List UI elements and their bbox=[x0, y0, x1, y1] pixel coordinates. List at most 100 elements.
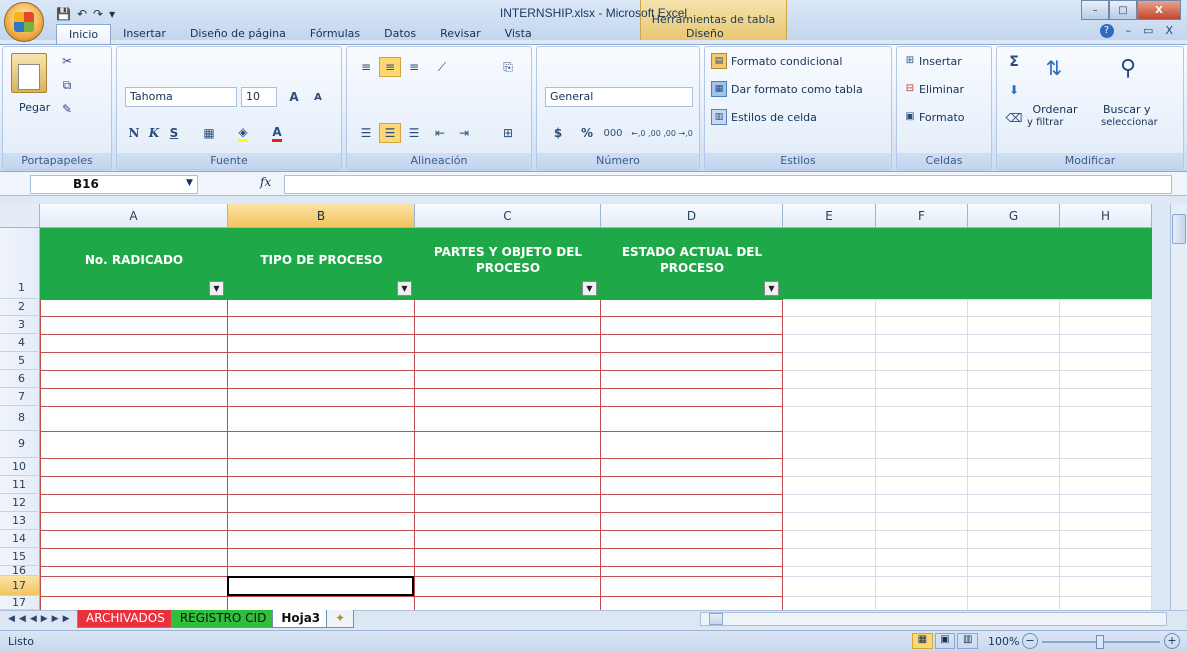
insert-function-button[interactable]: fx bbox=[260, 175, 271, 189]
paste-icon[interactable] bbox=[11, 53, 47, 93]
table-header-estado-actual[interactable]: ESTADO ACTUAL DEL PROCESO bbox=[601, 228, 783, 299]
vertical-scroll-thumb[interactable] bbox=[1172, 214, 1186, 244]
tab-inicio[interactable]: Inicio bbox=[56, 24, 112, 44]
horizontal-scroll-thumb[interactable] bbox=[709, 613, 723, 625]
merge-center-icon[interactable]: ⊞ bbox=[497, 123, 519, 143]
filter-dropdown-icon[interactable]: ▼ bbox=[397, 281, 412, 296]
format-as-table-button[interactable]: Dar formato como tabla bbox=[731, 83, 863, 96]
office-button[interactable] bbox=[4, 2, 44, 42]
row-header-16[interactable]: 17 bbox=[0, 576, 40, 596]
tab-insertar[interactable]: Insertar bbox=[111, 24, 178, 44]
tab-diseno-pagina[interactable]: Diseño de página bbox=[178, 24, 298, 44]
zoom-level[interactable]: 100% bbox=[988, 635, 1019, 648]
thousands-button[interactable]: 000 bbox=[599, 123, 627, 143]
sort-filter-button[interactable]: Ordenar bbox=[1031, 103, 1079, 116]
insert-button[interactable]: Insertar bbox=[919, 55, 962, 68]
bold-button[interactable]: N bbox=[125, 123, 143, 143]
row-header[interactable]: 15 bbox=[0, 548, 40, 566]
row-header[interactable]: 4 bbox=[0, 334, 40, 352]
underline-button[interactable]: S bbox=[165, 123, 183, 143]
sheet-tab-registro-cid[interactable]: REGISTRO CID bbox=[170, 610, 276, 628]
table-header-no-radicado[interactable]: No. RADICADO bbox=[40, 228, 228, 299]
row-header[interactable]: 11 bbox=[0, 476, 40, 494]
row-header[interactable]: 9 bbox=[0, 431, 40, 458]
zoom-in-button[interactable]: + bbox=[1164, 633, 1180, 649]
format-painter-icon[interactable]: ✎ bbox=[59, 101, 75, 117]
delete-button[interactable]: Eliminar bbox=[919, 83, 964, 96]
filter-dropdown-icon[interactable]: ▼ bbox=[209, 281, 224, 296]
align-center-icon[interactable]: ☰ bbox=[379, 123, 401, 143]
column-header-a[interactable]: A bbox=[40, 204, 228, 228]
tab-formulas[interactable]: Fórmulas bbox=[298, 24, 372, 44]
row-header[interactable]: 3 bbox=[0, 316, 40, 334]
column-header-d[interactable]: D bbox=[601, 204, 783, 228]
fill-color-icon[interactable]: ◈ bbox=[229, 123, 257, 143]
cut-icon[interactable]: ✂ bbox=[59, 53, 75, 69]
align-left-icon[interactable]: ☰ bbox=[355, 123, 377, 143]
minimize-button[interactable]: – bbox=[1081, 0, 1109, 20]
table-header-partes-objeto[interactable]: PARTES Y OBJETO DEL PROCESO bbox=[415, 228, 601, 299]
page-layout-view-icon[interactable]: ▣ bbox=[934, 633, 956, 649]
normal-view-icon[interactable]: ▦ bbox=[912, 633, 933, 649]
column-header-b[interactable]: B bbox=[228, 204, 415, 228]
zoom-slider-thumb[interactable] bbox=[1096, 635, 1104, 649]
column-header-f[interactable]: F bbox=[876, 204, 968, 228]
orientation-icon[interactable]: ⟋ bbox=[429, 57, 455, 77]
row-header[interactable]: 13 bbox=[0, 512, 40, 530]
workbook-minimize-button[interactable]: – bbox=[1126, 24, 1132, 38]
tab-vista[interactable]: Vista bbox=[493, 24, 544, 44]
filter-dropdown-icon[interactable]: ▼ bbox=[764, 281, 779, 296]
row-header[interactable]: 6 bbox=[0, 370, 40, 388]
grow-font-button[interactable]: A bbox=[283, 87, 305, 107]
row-header-1[interactable]: 1 bbox=[0, 228, 40, 299]
wrap-text-icon[interactable]: ⎘ bbox=[497, 57, 519, 77]
shrink-font-button[interactable]: A bbox=[307, 87, 329, 107]
row-header[interactable]: 10 bbox=[0, 458, 40, 476]
sheet-tab-archivados[interactable]: ARCHIVADOS bbox=[77, 610, 174, 628]
formula-input[interactable] bbox=[284, 175, 1172, 194]
sheet-tab-hoja3[interactable]: Hoja3 bbox=[272, 610, 330, 628]
help-icon[interactable]: ? bbox=[1099, 24, 1114, 38]
align-right-icon[interactable]: ☰ bbox=[403, 123, 425, 143]
copy-icon[interactable]: ⧉ bbox=[59, 77, 75, 93]
format-button[interactable]: Formato bbox=[919, 111, 965, 124]
row-header[interactable]: 12 bbox=[0, 494, 40, 512]
vertical-scrollbar[interactable] bbox=[1170, 204, 1187, 610]
row-header[interactable]: 2 bbox=[0, 299, 40, 316]
font-name-select[interactable]: Tahoma bbox=[125, 87, 237, 107]
name-box-dropdown-icon[interactable]: ▼ bbox=[186, 178, 193, 188]
currency-button[interactable]: $ bbox=[545, 123, 571, 143]
zoom-out-button[interactable]: − bbox=[1022, 633, 1038, 649]
insert-sheet-icon[interactable]: ✦ bbox=[326, 610, 355, 628]
horizontal-scrollbar[interactable] bbox=[700, 612, 1167, 626]
clear-icon[interactable]: ⌫ bbox=[1005, 109, 1023, 127]
find-select-button[interactable]: Buscar y bbox=[1103, 103, 1151, 116]
conditional-format-button[interactable]: Formato condicional bbox=[731, 55, 842, 68]
row-header[interactable]: 7 bbox=[0, 388, 40, 406]
font-size-select[interactable]: 10 bbox=[241, 87, 277, 107]
row-header[interactable]: 17 bbox=[0, 596, 40, 610]
tab-revisar[interactable]: Revisar bbox=[428, 24, 492, 44]
decrease-indent-icon[interactable]: ⇤ bbox=[429, 123, 451, 143]
align-middle-icon[interactable]: ≡ bbox=[379, 57, 401, 77]
tab-datos[interactable]: Datos bbox=[372, 24, 428, 44]
increase-indent-icon[interactable]: ⇥ bbox=[453, 123, 475, 143]
workbook-restore-button[interactable]: ▭ bbox=[1143, 24, 1153, 38]
italic-button[interactable]: K bbox=[145, 123, 163, 143]
table-header-tipo-proceso[interactable]: TIPO DE PROCESO bbox=[228, 228, 415, 299]
fill-icon[interactable]: ⬇ bbox=[1005, 81, 1023, 99]
percent-button[interactable]: % bbox=[577, 123, 597, 143]
font-color-icon[interactable]: A bbox=[263, 123, 291, 143]
name-box[interactable]: B16 bbox=[30, 175, 198, 194]
align-top-icon[interactable]: ≡ bbox=[355, 57, 377, 77]
borders-icon[interactable]: ▦ bbox=[195, 123, 223, 143]
row-header[interactable]: 5 bbox=[0, 352, 40, 370]
filter-dropdown-icon[interactable]: ▼ bbox=[582, 281, 597, 296]
maximize-button[interactable]: □ bbox=[1109, 0, 1137, 20]
increase-decimals-button[interactable]: ←,0 ,00 bbox=[631, 123, 661, 143]
decrease-decimals-button[interactable]: ,00 →,0 bbox=[663, 123, 693, 143]
paste-button[interactable]: Pegar bbox=[19, 101, 50, 114]
autosum-button[interactable]: Σ bbox=[1005, 53, 1023, 71]
select-all-corner[interactable] bbox=[0, 204, 40, 228]
row-header[interactable]: 14 bbox=[0, 530, 40, 548]
